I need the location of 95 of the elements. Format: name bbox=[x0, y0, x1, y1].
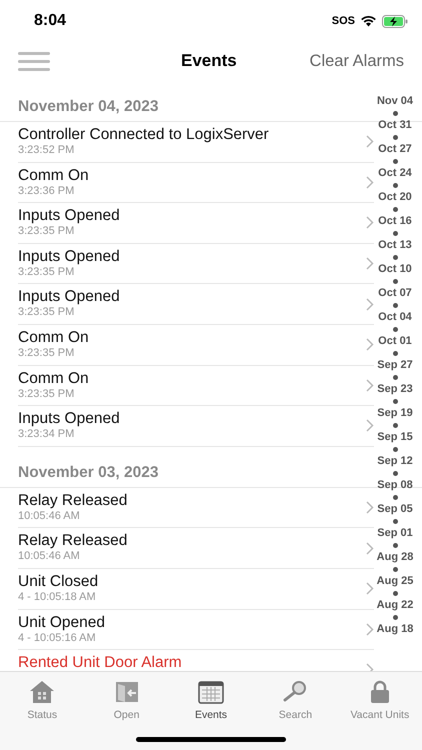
event-time: 3:23:35 PM bbox=[18, 266, 76, 279]
index-dot bbox=[392, 206, 398, 212]
index-dot bbox=[392, 446, 398, 452]
section-date: November 03, 2023 bbox=[18, 464, 158, 482]
event-title: Rented Unit Door Alarm bbox=[18, 654, 183, 671]
date-index-item[interactable]: Sep 05 bbox=[377, 503, 413, 515]
event-title: Inputs Opened bbox=[18, 410, 121, 428]
screen-title: Events bbox=[181, 51, 237, 71]
date-index-item[interactable]: Oct 10 bbox=[378, 263, 412, 275]
date-index-item[interactable]: Sep 19 bbox=[377, 407, 413, 419]
event-title: Controller Connected to LogixServer bbox=[18, 126, 270, 144]
index-dot bbox=[392, 278, 398, 284]
index-dot bbox=[392, 134, 398, 140]
date-index-item[interactable]: Sep 12 bbox=[377, 455, 413, 467]
date-index-item[interactable]: Aug 18 bbox=[376, 623, 414, 635]
index-dot bbox=[392, 182, 398, 188]
event-row[interactable]: Inputs Opened 3:23:35 PM bbox=[18, 244, 374, 284]
date-index-item[interactable]: Aug 22 bbox=[376, 599, 414, 611]
index-dot bbox=[392, 110, 398, 116]
event-row[interactable]: Relay Released 10:05:46 AM bbox=[18, 488, 374, 528]
house-icon bbox=[29, 680, 56, 704]
battery-charging-icon bbox=[382, 14, 408, 28]
index-dot bbox=[392, 470, 398, 476]
event-time: 3:23:35 PM bbox=[18, 388, 76, 401]
date-index-item[interactable]: Oct 27 bbox=[378, 143, 412, 155]
date-index-item[interactable]: Oct 04 bbox=[378, 311, 412, 323]
calendar-icon bbox=[198, 680, 224, 704]
event-title: Relay Released bbox=[18, 492, 128, 510]
date-index-item[interactable]: Oct 16 bbox=[378, 215, 412, 227]
event-time: 4 - 10:05:18 AM bbox=[18, 590, 97, 604]
event-row[interactable]: Unit Opened 4 - 10:05:16 AM bbox=[18, 610, 374, 650]
wifi-icon bbox=[360, 15, 377, 27]
event-time: 3:23:36 PM bbox=[18, 184, 76, 198]
event-title: Comm On bbox=[18, 370, 90, 388]
index-dot bbox=[392, 230, 398, 236]
date-index-item[interactable]: Sep 08 bbox=[377, 479, 413, 491]
event-time: 3:23:34 PM bbox=[18, 428, 76, 442]
search-icon bbox=[282, 680, 308, 704]
index-dot bbox=[392, 326, 398, 332]
section-date: November 04, 2023 bbox=[18, 98, 158, 116]
date-index-item[interactable]: Aug 25 bbox=[376, 575, 414, 587]
index-dot bbox=[392, 302, 398, 308]
date-index-item[interactable]: Nov 04 bbox=[376, 95, 414, 107]
date-index-item[interactable]: Oct 20 bbox=[378, 191, 412, 203]
event-title: Inputs Opened bbox=[18, 207, 121, 226]
index-dot bbox=[392, 614, 398, 620]
event-title: Unit Opened bbox=[18, 614, 106, 632]
index-dot bbox=[392, 590, 398, 596]
event-title: Inputs Opened bbox=[18, 288, 121, 306]
index-dot bbox=[392, 350, 398, 356]
index-dot bbox=[392, 254, 398, 260]
event-time: 3:23:35 PM bbox=[18, 346, 76, 360]
date-index-item[interactable]: Oct 31 bbox=[378, 119, 412, 131]
event-time: 3:23:35 PM bbox=[18, 306, 76, 320]
date-index-item[interactable]: Oct 07 bbox=[378, 287, 412, 299]
date-index-item[interactable]: Sep 01 bbox=[377, 527, 413, 539]
event-title: Unit Closed bbox=[18, 572, 100, 591]
date-index-item[interactable]: Sep 15 bbox=[377, 431, 413, 443]
index-dot bbox=[392, 422, 398, 428]
event-time: 10:05:46 AM bbox=[18, 550, 81, 564]
event-row[interactable]: Comm On 3:23:35 PM bbox=[18, 324, 374, 366]
menu-icon[interactable] bbox=[18, 52, 50, 70]
status-time: 8:04 bbox=[34, 12, 66, 30]
clear-alarms-button[interactable]: Clear Alarms bbox=[310, 52, 404, 70]
event-title: Comm On bbox=[18, 166, 90, 185]
event-row[interactable]: Comm On 3:23:35 PM bbox=[18, 366, 374, 406]
event-row[interactable]: Relay Released 10:05:46 AM bbox=[18, 528, 374, 569]
event-row[interactable]: Inputs Opened 3:23:35 PM bbox=[18, 203, 374, 244]
event-row[interactable]: Controller Connected to LogixServer 3:23:52 PM bbox=[18, 122, 374, 163]
date-index-item[interactable]: Aug 28 bbox=[376, 551, 414, 563]
event-row[interactable]: Comm On 3:23:36 PM bbox=[18, 162, 374, 204]
index-dot bbox=[392, 494, 398, 500]
event-title: Relay Released bbox=[18, 532, 128, 550]
event-time: 10:05:46 AM bbox=[18, 510, 81, 523]
index-dot bbox=[392, 518, 398, 524]
event-time: 4 - 10:05:16 AM bbox=[18, 632, 97, 645]
event-title: Comm On bbox=[18, 328, 90, 347]
event-row[interactable]: Inputs Opened 3:23:35 PM bbox=[18, 284, 374, 325]
date-index-item[interactable]: Sep 27 bbox=[377, 359, 413, 371]
index-dot bbox=[392, 398, 398, 404]
event-row[interactable]: Unit Closed 4 - 10:05:18 AM bbox=[18, 568, 374, 610]
date-index-item[interactable]: Sep 23 bbox=[377, 383, 413, 395]
index-dot bbox=[392, 158, 398, 164]
event-time: 3:23:35 PM bbox=[18, 225, 76, 238]
date-index-item[interactable]: Oct 13 bbox=[378, 239, 412, 251]
event-title: Inputs Opened bbox=[18, 248, 121, 266]
tab-button[interactable]: Events bbox=[168, 672, 254, 724]
event-row[interactable]: Inputs Opened 3:23:34 PM bbox=[18, 406, 374, 447]
date-index-item[interactable]: Oct 01 bbox=[378, 335, 412, 347]
index-dot bbox=[392, 374, 398, 380]
event-time: 3:23:52 PM bbox=[18, 144, 76, 157]
date-index-item[interactable]: Oct 24 bbox=[378, 167, 412, 179]
index-dot bbox=[392, 542, 398, 548]
index-dot bbox=[392, 566, 398, 572]
carrier-label: SOS bbox=[332, 15, 355, 27]
